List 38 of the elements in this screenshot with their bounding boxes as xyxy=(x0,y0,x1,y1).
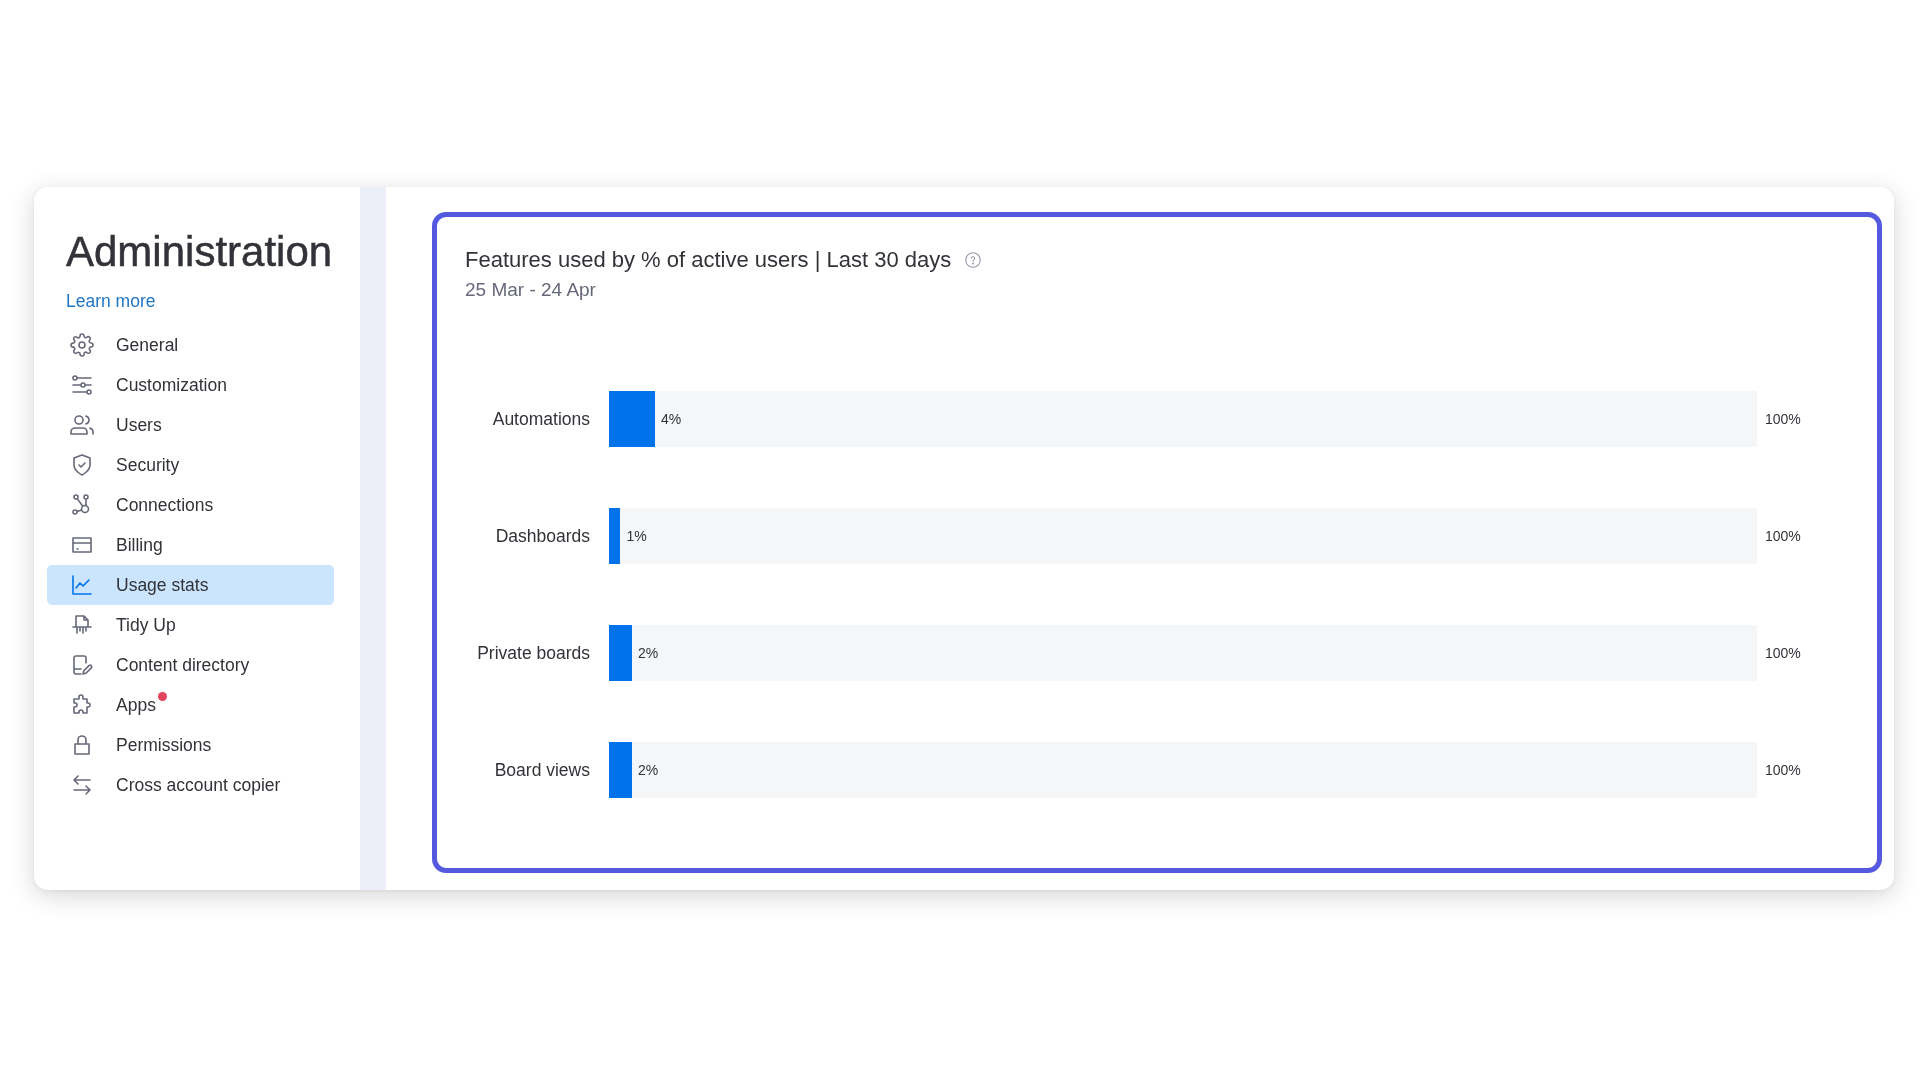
percent-value: 2% xyxy=(637,644,659,662)
sidebar-item[interactable]: Security xyxy=(47,445,334,485)
max-value: 100% xyxy=(1765,527,1802,545)
percent-value: 4% xyxy=(660,410,682,428)
sidebar-item[interactable]: Connections xyxy=(47,485,334,525)
feature-label: Dashboards xyxy=(494,525,590,547)
sidebar-item[interactable]: Cross account copier xyxy=(47,765,334,805)
max-value: 100% xyxy=(1765,644,1802,662)
max-value: 100% xyxy=(1765,410,1802,428)
date-range: 25 Mar - 24 Apr xyxy=(465,278,596,302)
shield-check-icon xyxy=(70,453,94,477)
document-pencil-icon xyxy=(70,653,94,677)
users-icon xyxy=(70,413,94,437)
puzzle-icon xyxy=(70,693,94,717)
sidebar-item[interactable]: General xyxy=(47,325,334,365)
sidebar-item[interactable]: Permissions xyxy=(47,725,334,765)
feature-label: Private boards xyxy=(476,642,590,664)
feature-label: Board views xyxy=(493,759,590,781)
help-icon[interactable] xyxy=(965,252,982,268)
sidebar-title: Administration xyxy=(66,227,333,277)
card-title: Features used by % of active users | Last 30 days xyxy=(465,247,952,273)
feature-label: Automations xyxy=(491,408,590,430)
line-chart-icon xyxy=(70,573,94,597)
sliders-icon xyxy=(70,373,94,397)
sidebar-item[interactable]: Users xyxy=(47,405,334,445)
shredder-icon xyxy=(70,613,94,637)
sidebar-item[interactable]: Content directory xyxy=(47,645,334,685)
sidebar-item[interactable]: Tidy Up xyxy=(47,605,334,645)
max-value: 100% xyxy=(1765,761,1802,779)
arrows-icon xyxy=(70,773,94,797)
gear-icon xyxy=(70,333,94,357)
learn-more-link[interactable]: Learn more xyxy=(66,290,156,312)
sidebar-item[interactable]: Usage stats xyxy=(47,565,334,605)
sidebar-item[interactable]: Billing xyxy=(47,525,334,565)
sidebar-item[interactable]: Apps xyxy=(47,685,334,725)
percent-value: 1% xyxy=(626,527,647,545)
sidebar-item[interactable]: Customization xyxy=(47,365,334,405)
percent-value: 2% xyxy=(637,761,659,779)
